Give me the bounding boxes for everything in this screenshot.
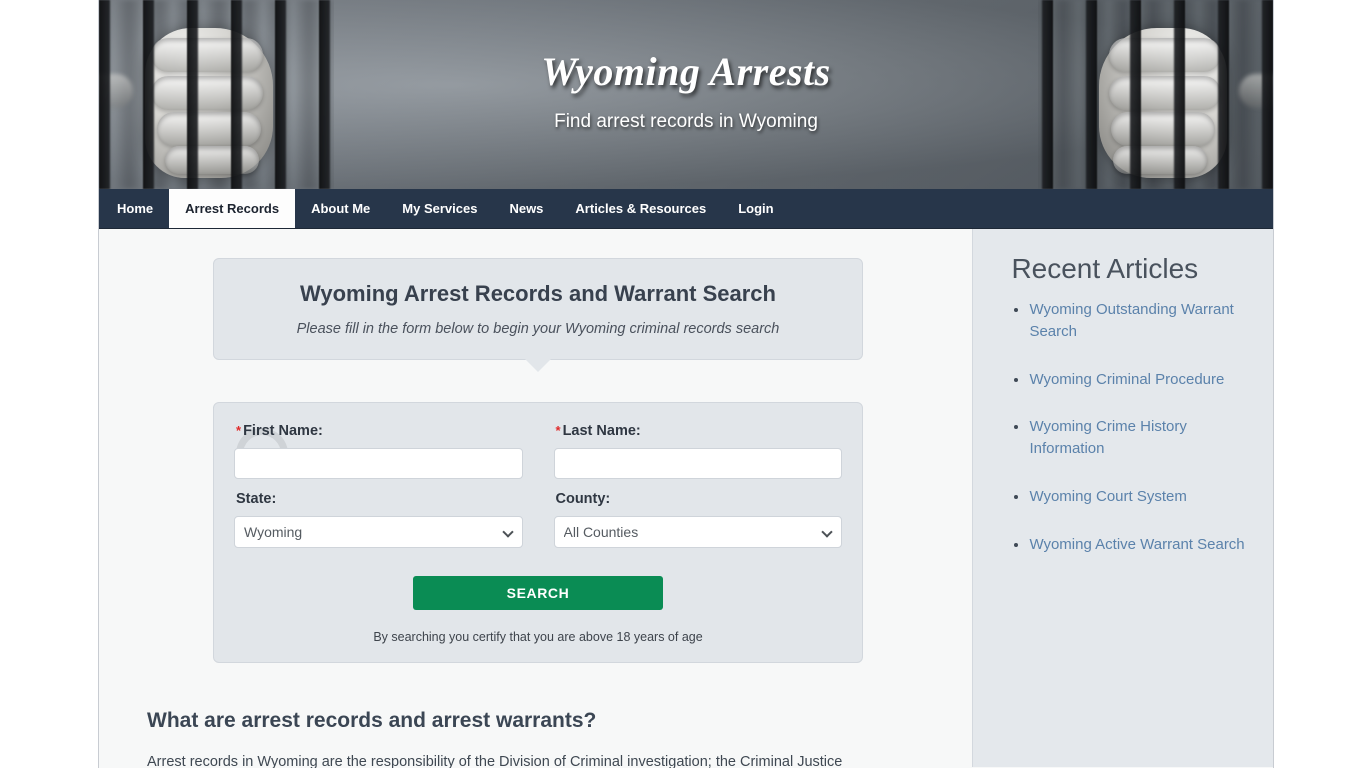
main-navigation: Home Arrest Records About Me My Services… [99,189,1273,229]
nav-item-my-services[interactable]: My Services [386,189,493,228]
county-select[interactable] [553,516,842,548]
page-body: Wyoming Arrest Records and Warrant Searc… [99,229,1273,768]
sidebar: Recent Articles Wyoming Outstanding Warr… [972,229,1273,767]
site-tagline: Find arrest records in Wyoming [554,111,818,132]
state-field-group: State: [234,487,523,548]
last-name-input[interactable] [553,448,842,479]
sidebar-link-active-warrant-search[interactable]: Wyoming Active Warrant Search [1029,536,1244,553]
county-field-group: County: [553,487,842,548]
state-select-wrapper [234,516,523,548]
county-select-wrapper [553,516,842,548]
last-name-label: * Last Name: [556,423,843,439]
state-select[interactable] [234,516,523,548]
nav-item-arrest-records[interactable]: Arrest Records [169,189,296,228]
search-button[interactable]: SEARCH [413,576,663,610]
required-asterisk: * [236,423,242,438]
banner-text-block: Wyoming Arrests Find arrest records in W… [99,48,1273,133]
sidebar-link-crime-history-information[interactable]: Wyoming Crime History Information [1029,418,1186,457]
age-disclaimer: By searching you certify that you are ab… [373,630,703,644]
site-title: Wyoming Arrests [541,49,831,94]
search-form-header-panel: Wyoming Arrest Records and Warrant Searc… [213,258,863,372]
list-item: Wyoming Outstanding Warrant Search [1029,299,1253,343]
nav-item-about-me[interactable]: About Me [295,189,386,228]
sidebar-link-outstanding-warrant-search[interactable]: Wyoming Outstanding Warrant Search [1029,301,1233,340]
recent-articles-list: Wyoming Outstanding Warrant Search Wyomi… [1011,299,1253,555]
list-item: Wyoming Court System [1029,486,1253,508]
sidebar-link-court-system[interactable]: Wyoming Court System [1029,488,1186,505]
list-item: Wyoming Active Warrant Search [1029,534,1253,556]
last-name-field-group: * Last Name: [553,419,843,479]
first-name-label-text: First Name: [243,423,323,439]
list-item: Wyoming Crime History Information [1029,416,1253,460]
sidebar-title: Recent Articles [1011,253,1199,284]
required-asterisk: * [555,423,561,438]
callout-arrow-icon [525,359,551,372]
article-paragraph: Arrest records in Wyoming are the respon… [147,754,843,768]
sidebar-link-criminal-procedure[interactable]: Wyoming Criminal Procedure [1029,371,1224,388]
list-item: Wyoming Criminal Procedure [1029,369,1253,391]
nav-item-articles-resources[interactable]: Articles & Resources [559,189,722,228]
state-label: State: [236,491,277,507]
last-name-label-text: Last Name: [562,423,641,439]
search-form-subtitle: Please fill in the form below to begin y… [296,321,780,337]
nav-item-login[interactable]: Login [722,189,789,228]
search-form-fields: * First Name: * Last Name: State: Wyomin… [234,419,842,556]
article-section: What are arrest records and arrest warra… [147,709,947,768]
first-name-input[interactable] [234,448,523,479]
site-container: Wyoming Arrests Find arrest records in W… [98,0,1274,768]
search-form-title: Wyoming Arrest Records and Warrant Searc… [300,281,776,306]
county-label: County: [555,491,611,507]
nav-item-news[interactable]: News [493,189,559,228]
nav-item-home[interactable]: Home [101,189,169,228]
site-banner: Wyoming Arrests Find arrest records in W… [99,0,1273,189]
main-content-column: Wyoming Arrest Records and Warrant Searc… [99,229,973,768]
first-name-label: * First Name: [236,423,523,439]
page-root: Wyoming Arrests Find arrest records in W… [0,0,1366,768]
article-heading: What are arrest records and arrest warra… [147,709,597,732]
search-form-panel: * First Name: * Last Name: State: Wyomin… [213,402,863,663]
first-name-field-group: * First Name: [234,419,523,479]
